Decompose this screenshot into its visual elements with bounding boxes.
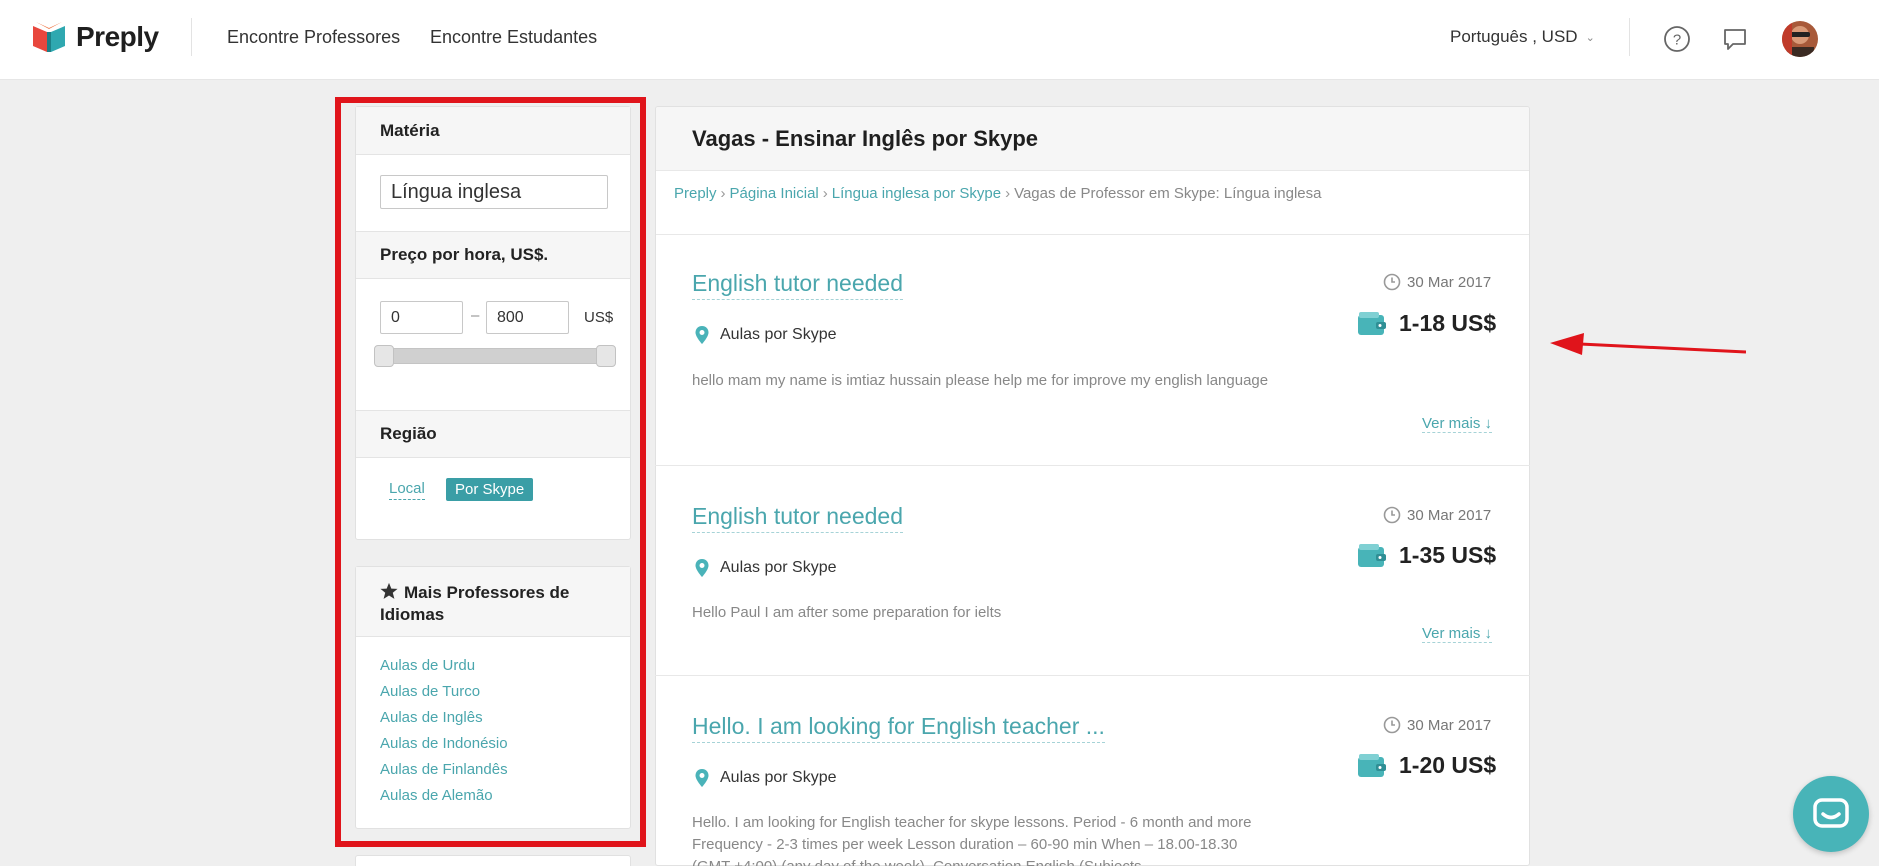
- language-currency-select[interactable]: Português , USD ⌄: [1450, 27, 1595, 47]
- job-price-text: 1-20 US$: [1399, 752, 1497, 778]
- breadcrumb-current: Vagas de Professor em Skype: Língua ingl…: [1014, 185, 1322, 202]
- help-icon[interactable]: ?: [1662, 24, 1692, 54]
- job-date: 30 Mar 2017: [1383, 506, 1491, 524]
- language-currency-label: Português , USD: [1450, 27, 1578, 46]
- job-price-text: 1-35 US$: [1399, 542, 1497, 568]
- see-more-link[interactable]: Ver mais ↓: [1422, 625, 1493, 643]
- job-date-text: 30 Mar 2017: [1407, 273, 1492, 291]
- preply-logo-icon: [33, 22, 65, 52]
- breadcrumb-link[interactable]: Página Inicial: [730, 185, 819, 202]
- job-location: Aulas por Skype: [694, 325, 837, 345]
- logo-text: Preply: [76, 21, 159, 52]
- nav-find-students[interactable]: Encontre Estudantes: [430, 27, 597, 48]
- job-description: hello mam my name is imtiaz hussain plea…: [692, 372, 1269, 389]
- job-date-text: 30 Mar 2017: [1407, 506, 1492, 524]
- job-date: 30 Mar 2017: [1383, 716, 1491, 734]
- job-price-text: 1-18 US$: [1399, 310, 1497, 336]
- job-location-text: Aulas por Skype: [720, 559, 837, 576]
- divider: [655, 465, 1530, 466]
- chat-icon[interactable]: [1720, 24, 1750, 54]
- job-title[interactable]: Hello. I am looking for English teacher …: [692, 713, 1105, 743]
- job-price: 1-35 US$: [1357, 542, 1496, 569]
- location-pin-icon: [695, 326, 709, 344]
- divider: [656, 234, 1529, 235]
- job-description: Hello. I am looking for English teacher …: [692, 814, 1252, 866]
- job-title[interactable]: English tutor needed: [692, 270, 903, 300]
- nav-find-teachers[interactable]: Encontre Professores: [227, 27, 400, 48]
- job-description: Hello Paul I am after some preparation f…: [692, 604, 1002, 621]
- clock-icon: [1383, 273, 1401, 291]
- messenger-button[interactable]: [1793, 776, 1869, 852]
- job-price: 1-20 US$: [1357, 752, 1496, 779]
- job-price: 1-18 US$: [1357, 310, 1496, 337]
- job-date: 30 Mar 2017: [1383, 273, 1491, 291]
- page-title: Vagas - Ensinar Inglês por Skype: [656, 107, 1529, 171]
- messenger-icon: [1813, 798, 1849, 828]
- chevron-down-icon: ⌄: [1585, 31, 1595, 44]
- svg-text:?: ?: [1673, 32, 1681, 49]
- avatar[interactable]: [1782, 21, 1818, 57]
- clock-icon: [1383, 506, 1401, 524]
- top-header: Preply Encontre Professores Encontre Est…: [0, 0, 1879, 80]
- breadcrumb-separator: ›: [822, 185, 828, 202]
- annotation-arrow: [1550, 333, 1746, 355]
- job-date-text: 30 Mar 2017: [1407, 716, 1492, 734]
- breadcrumb-separator: ›: [720, 185, 726, 202]
- sidebar-highlight-box: [335, 97, 646, 847]
- job-location: Aulas por Skype: [694, 558, 837, 578]
- divider: [655, 675, 1530, 676]
- job-location-text: Aulas por Skype: [720, 326, 837, 343]
- see-more-link[interactable]: Ver mais ↓: [1422, 415, 1493, 433]
- job-title[interactable]: English tutor needed: [692, 503, 903, 533]
- location-pin-icon: [695, 769, 709, 787]
- breadcrumb-link[interactable]: Preply: [674, 185, 717, 202]
- clock-icon: [1383, 716, 1401, 734]
- header-divider: [1629, 18, 1630, 56]
- wallet-icon: [1358, 543, 1386, 567]
- location-pin-icon: [695, 559, 709, 577]
- job-location-text: Aulas por Skype: [720, 769, 837, 786]
- next-sidebar-panel: [355, 855, 631, 866]
- job-location: Aulas por Skype: [694, 768, 837, 788]
- breadcrumb-link[interactable]: Língua inglesa por Skype: [832, 185, 1001, 202]
- breadcrumb: Preply › Página Inicial › Língua inglesa por…: [674, 185, 1321, 202]
- wallet-icon: [1358, 311, 1386, 335]
- wallet-icon: [1358, 753, 1386, 777]
- preply-logo[interactable]: Preply: [32, 20, 159, 54]
- breadcrumb-separator: ›: [1005, 185, 1011, 202]
- header-divider: [191, 18, 192, 56]
